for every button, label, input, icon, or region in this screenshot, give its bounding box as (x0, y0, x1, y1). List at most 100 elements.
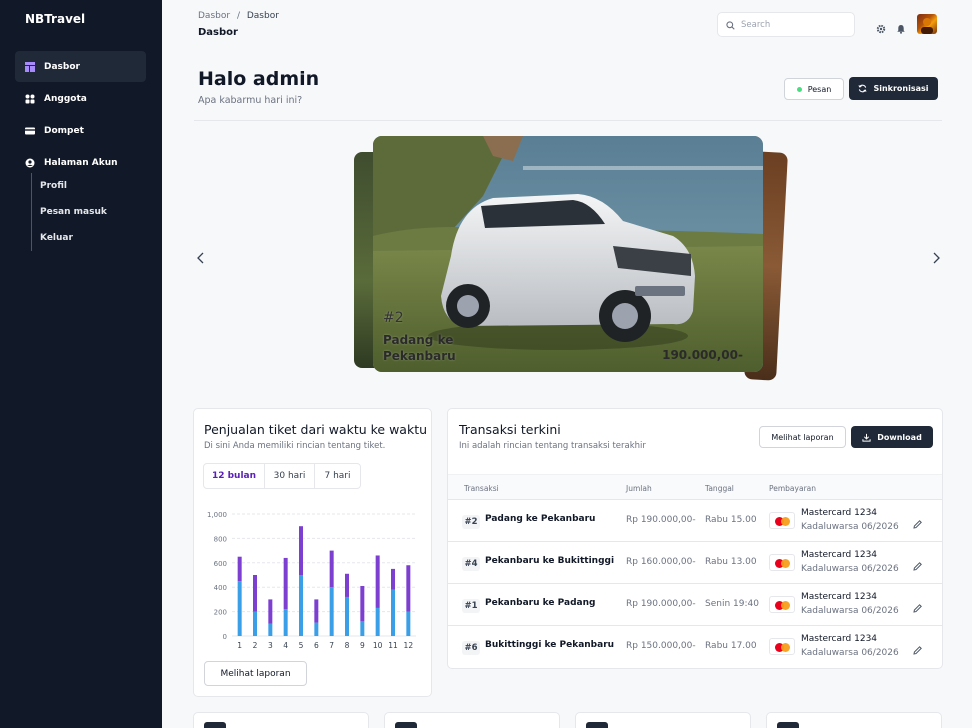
chart-bar[interactable] (391, 568, 395, 590)
chart-bar[interactable] (329, 550, 334, 588)
wallet-icon (25, 126, 35, 136)
gear-icon[interactable] (876, 19, 886, 34)
payment-card: Mastercard 1234 (801, 592, 878, 602)
chart-bar[interactable] (406, 611, 411, 636)
account-submenu: Profil Pesan masuk Keluar (31, 173, 107, 251)
edit-icon[interactable] (912, 641, 923, 655)
transaction-id: #1 (462, 599, 480, 613)
chevron-left-icon (197, 252, 204, 264)
chart-bar[interactable] (268, 623, 273, 636)
search-input[interactable] (741, 19, 841, 30)
edit-icon[interactable] (912, 515, 923, 529)
tab-7-hari[interactable]: 7 hari (315, 464, 360, 488)
chart-bar[interactable] (299, 575, 303, 636)
breadcrumb-separator: / (236, 11, 240, 21)
carousel-card-active[interactable]: #2 Padang ke Pekanbaru 190.000,00- (373, 136, 763, 372)
transaction-date: Rabu 13.00 (705, 557, 757, 567)
chart-bar[interactable] (283, 609, 288, 636)
table-row[interactable]: #2 Padang ke Pekanbaru Rp 190.000,00- Ra… (448, 500, 942, 542)
stat-card (193, 712, 369, 728)
table-row[interactable]: #4 Pekanbaru ke Bukittinggi Rp 160.000,0… (448, 542, 942, 584)
sidebar-subitem-keluar[interactable]: Keluar (32, 225, 107, 251)
sales-report-button[interactable]: Melihat laporan (204, 661, 307, 686)
chart-bar[interactable] (375, 555, 380, 608)
chart-bar[interactable] (345, 596, 349, 636)
chart-bar[interactable] (314, 622, 319, 636)
search-box[interactable] (717, 12, 855, 37)
message-button[interactable]: Pesan (784, 78, 844, 100)
table-row[interactable]: #1 Pekanbaru ke Padang Rp 190.000,00- Se… (448, 584, 942, 626)
breadcrumb-item[interactable]: Dasbor (198, 11, 230, 21)
avatar[interactable] (917, 14, 937, 34)
column-header[interactable]: Pembayaran (769, 484, 816, 493)
transactions-title: Transaksi terkini (459, 422, 561, 437)
payment-card: Mastercard 1234 (801, 508, 878, 518)
edit-icon[interactable] (912, 599, 923, 613)
carousel-number: #2 (383, 310, 404, 326)
chart-y-tick-label: 1,000 (207, 511, 227, 519)
chart-bar[interactable] (314, 599, 319, 623)
chart-bar[interactable] (253, 611, 257, 636)
chart-x-tick-label: 8 (345, 641, 350, 650)
sidebar-item-dompet[interactable]: Dompet (15, 115, 146, 146)
table-row[interactable]: #6 Bukittinggi ke Pekanbaru Rp 150.000,0… (448, 626, 942, 668)
carousel-prev-button[interactable] (194, 250, 208, 264)
chart-x-tick-label: 10 (373, 641, 383, 650)
chart-bar[interactable] (237, 581, 242, 636)
chart-bar[interactable] (360, 585, 365, 622)
chart-bar[interactable] (406, 565, 411, 612)
column-header[interactable]: Tanggal (705, 484, 734, 493)
chart-bar[interactable] (360, 621, 365, 636)
chart-bar[interactable] (391, 589, 395, 636)
sales-title: Penjualan tiket dari waktu ke waktu (204, 422, 428, 437)
sales-bar-chart: 02004006008001,0001 2 3 4 5 6 7 8 9 10 11 12 (207, 511, 416, 650)
chart-bar[interactable] (375, 607, 380, 636)
chart-bar[interactable] (237, 556, 242, 582)
transaction-amount: Rp 160.000,00- (626, 557, 696, 567)
transaction-id: #6 (462, 641, 480, 655)
payment-card: Mastercard 1234 (801, 634, 878, 644)
column-header[interactable]: Jumlah (626, 484, 652, 493)
chart-x-tick-label: 2 (253, 641, 258, 650)
chart-bar[interactable] (268, 599, 273, 624)
breadcrumb-current: Dasbor (246, 11, 279, 21)
transaction-date: Senin 19:40 (705, 599, 759, 609)
sidebar-item-anggota[interactable]: Anggota (15, 83, 146, 114)
brand-logo[interactable]: NBTravel (25, 12, 85, 26)
sidebar-item-dasbor[interactable]: Dasbor (15, 51, 146, 82)
transaction-date: Rabu 15.00 (705, 515, 757, 525)
chart-bar[interactable] (253, 575, 257, 612)
tab-12-bulan[interactable]: 12 bulan (204, 464, 265, 488)
chart-bar[interactable] (299, 526, 303, 575)
edit-icon[interactable] (912, 557, 923, 571)
sales-subtitle: Di sini Anda memiliki rincian tentang ti… (204, 441, 386, 451)
carousel-route-line1: Padang ke (383, 333, 454, 347)
transactions-subtitle: Ini adalah rincian tentang transaksi ter… (459, 441, 646, 451)
tab-30-hari[interactable]: 30 hari (265, 464, 315, 488)
chart-bar[interactable] (283, 557, 288, 610)
stat-icon (395, 722, 417, 728)
download-icon (862, 433, 871, 442)
column-header[interactable]: Transaksi (464, 484, 499, 493)
chart-x-tick-label: 3 (268, 641, 273, 650)
carousel-next-button[interactable] (929, 250, 943, 264)
dashboard-icon (25, 61, 35, 72)
transaction-amount: Rp 150.000,00- (626, 641, 696, 651)
sidebar-subitem-profil[interactable]: Profil (32, 173, 107, 199)
stat-icon (777, 722, 799, 728)
transaction-route: Pekanbaru ke Padang (485, 598, 596, 608)
download-button[interactable]: Download (851, 426, 933, 448)
payment-expiry: Kadaluwarsa 06/2026 (801, 648, 899, 658)
chart-bar[interactable] (345, 573, 349, 597)
chart-x-tick-label: 5 (299, 641, 304, 650)
sync-button[interactable]: Sinkronisasi (849, 77, 938, 100)
chart-bar[interactable] (329, 587, 334, 636)
transaction-amount: Rp 190.000,00- (626, 515, 696, 525)
chart-x-tick-label: 11 (388, 641, 398, 650)
transactions-report-button[interactable]: Melihat laporan (759, 426, 846, 448)
sidebar-subitem-pesan-masuk[interactable]: Pesan masuk (32, 199, 107, 225)
bell-icon[interactable] (896, 19, 906, 34)
chart-y-tick-label: 600 (214, 560, 227, 568)
sidebar: NBTravel Dasbor Anggota Dompet Halaman A… (0, 0, 162, 728)
greeting-subtitle: Apa kabarmu hari ini? (198, 95, 303, 106)
